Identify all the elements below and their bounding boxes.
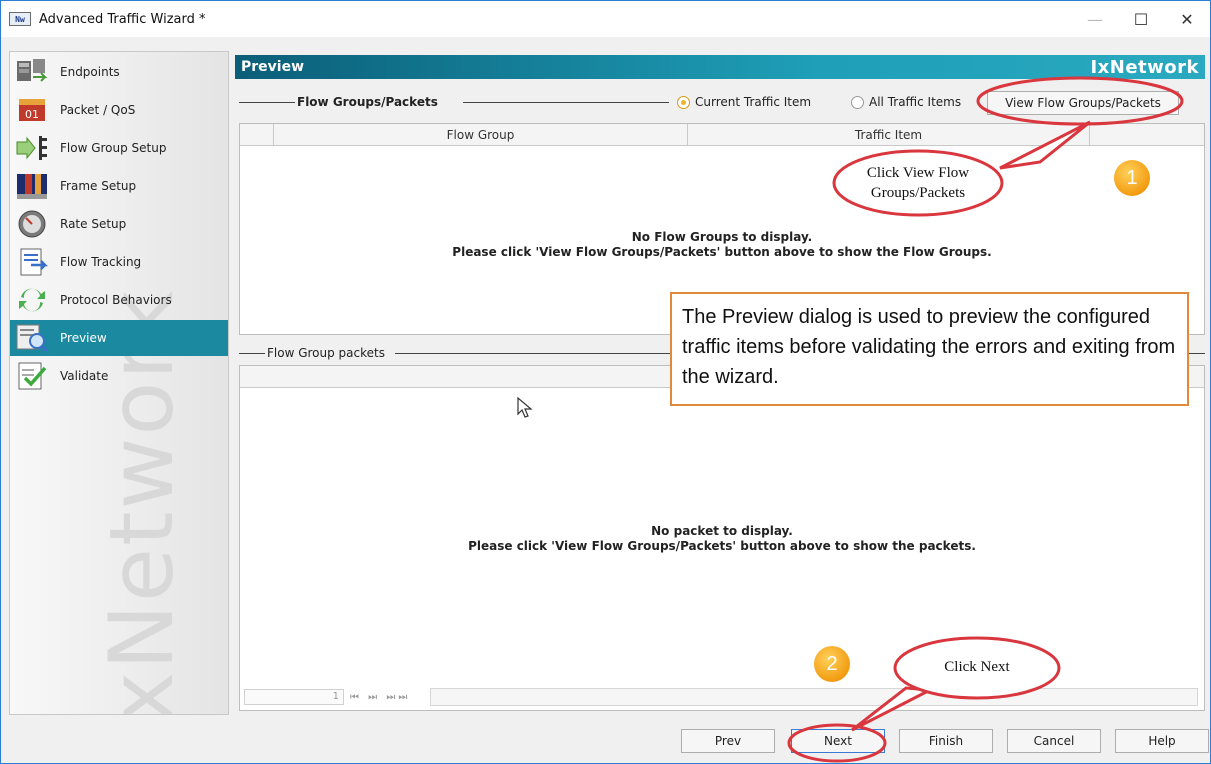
callout-text-2: Click Next: [944, 659, 1010, 675]
highlight-ellipse-view-button: [976, 76, 1184, 126]
step-badge-1: 1: [1114, 160, 1150, 196]
highlight-ellipse-next-button: [787, 723, 887, 763]
description-callout: The Preview dialog is used to preview th…: [670, 292, 1189, 406]
callout-text-1: Click View Flow Groups/Packets: [866, 165, 970, 201]
callout-pointer-2: [851, 686, 936, 732]
mouse-cursor-icon: [517, 396, 533, 418]
callout-pointer-1: [999, 120, 1091, 170]
step-badge-2: 2: [814, 646, 850, 682]
